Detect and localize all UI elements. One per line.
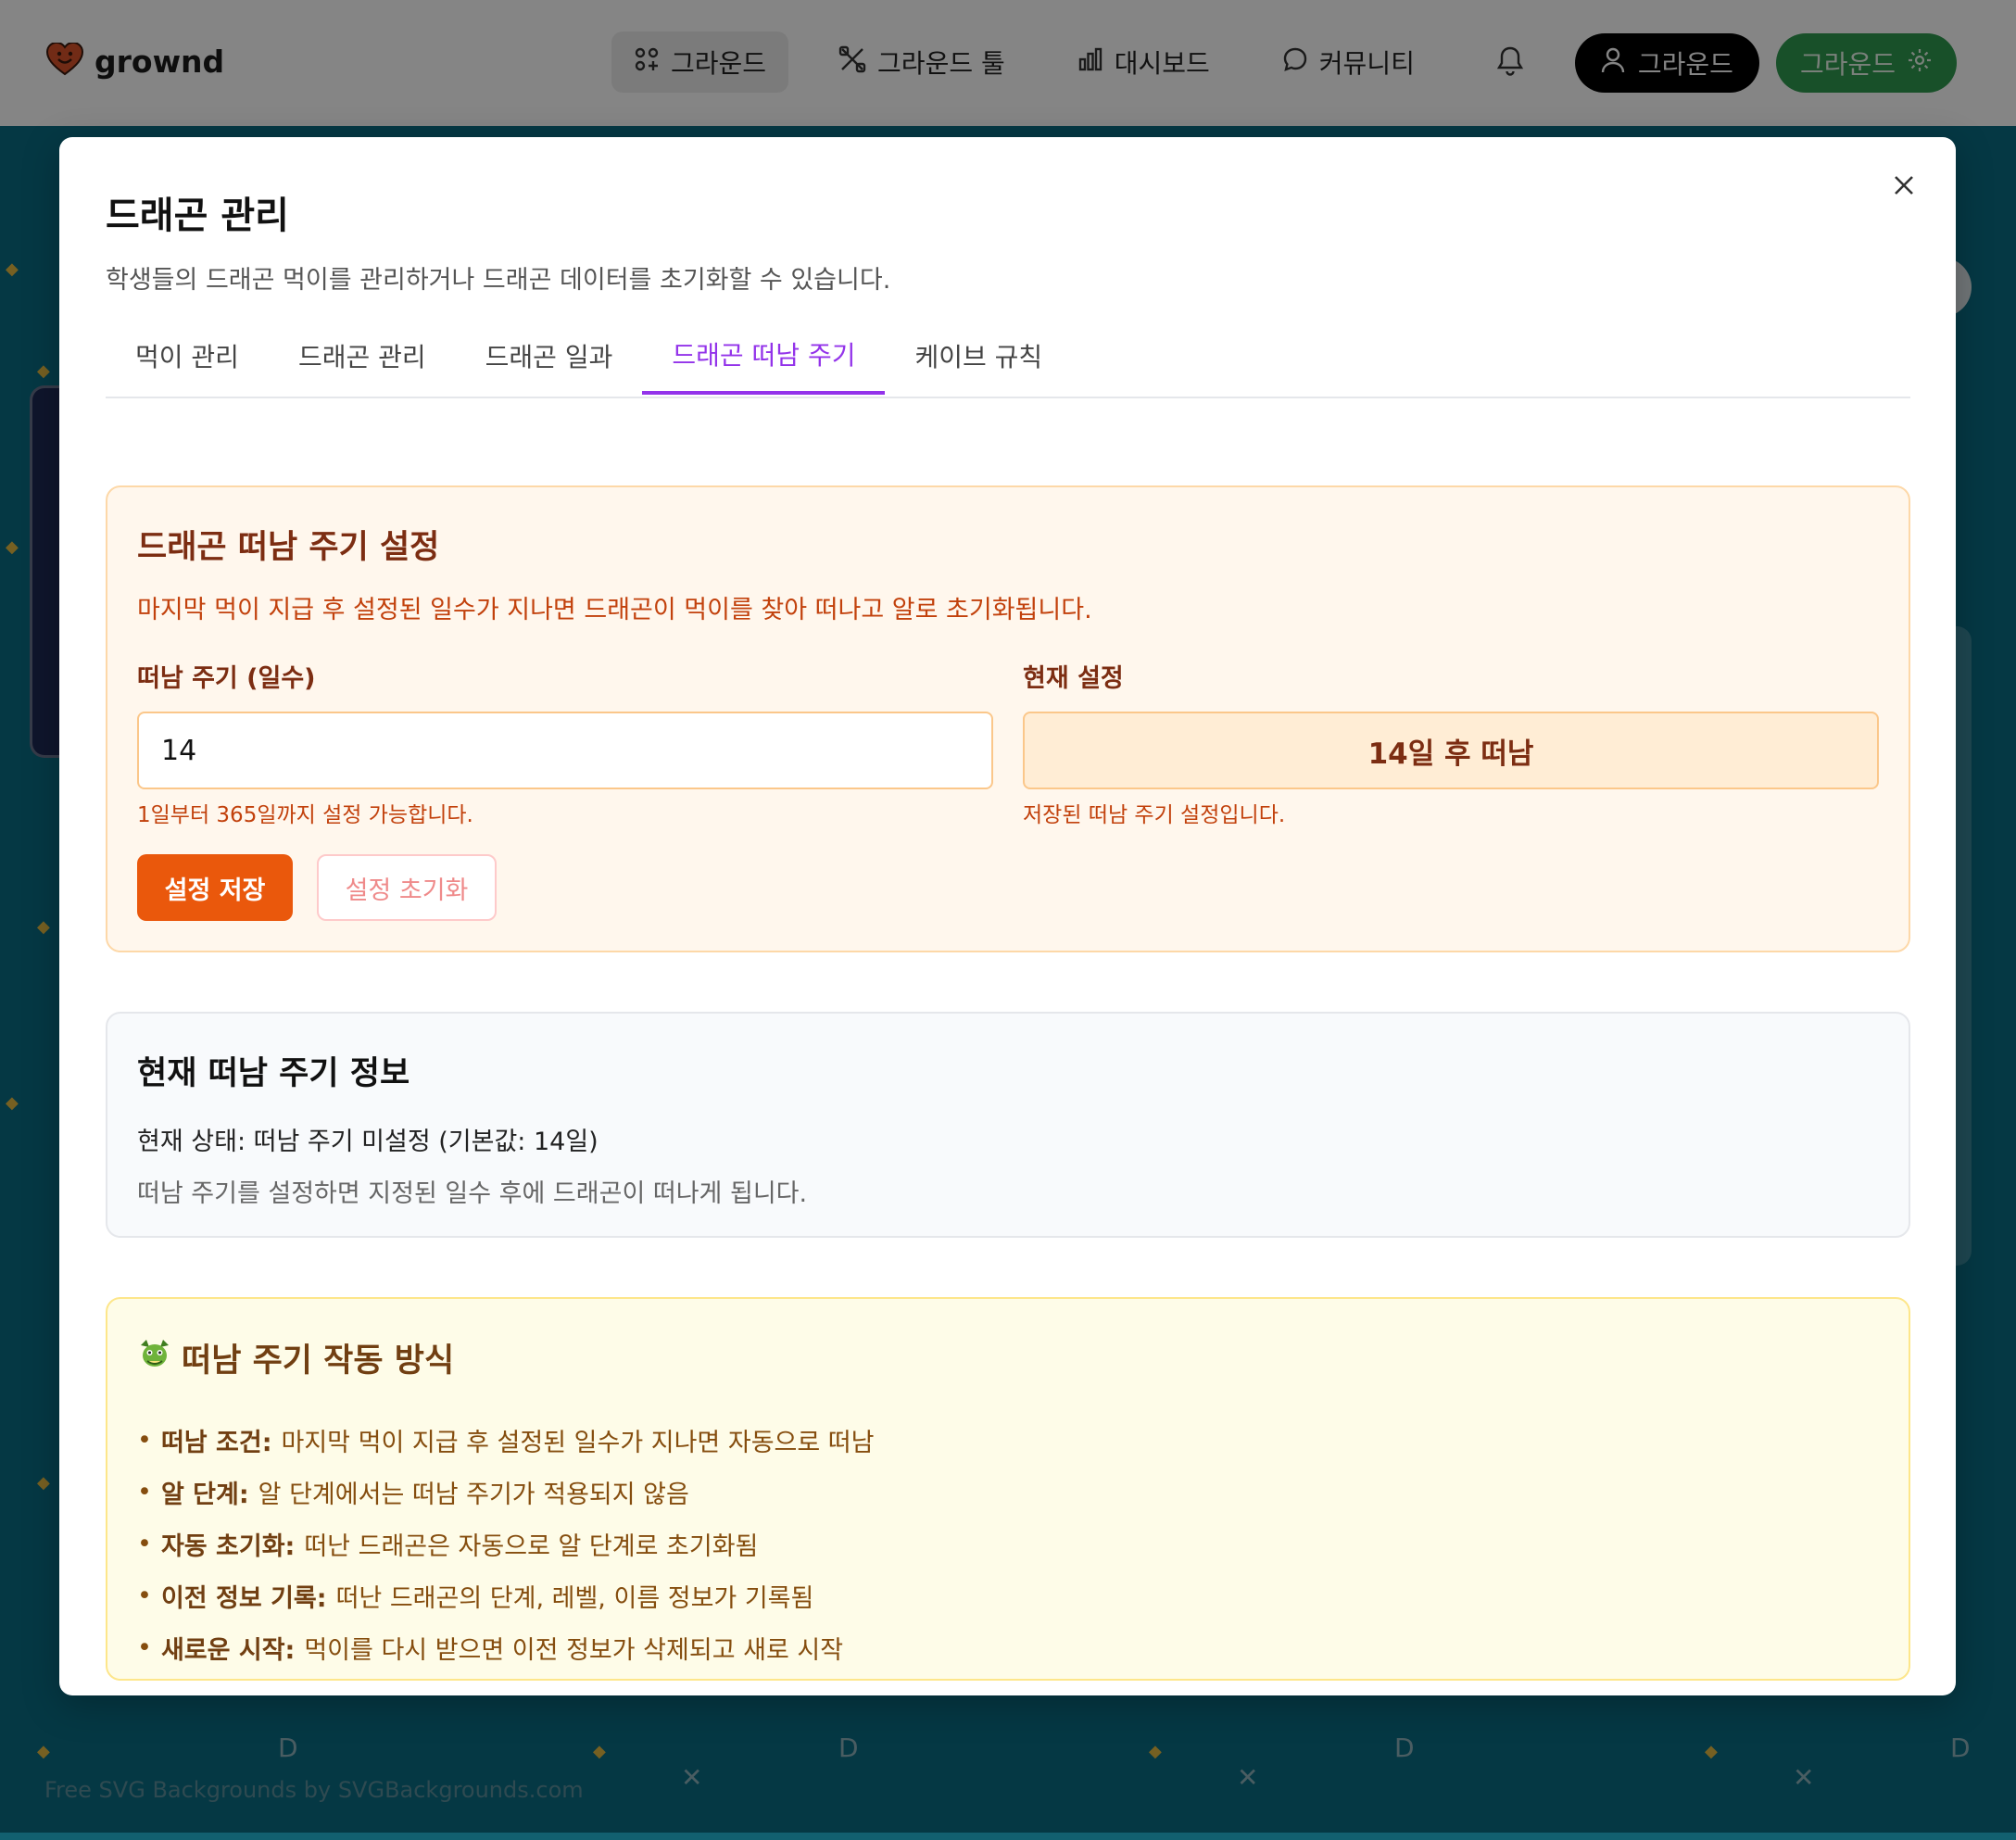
close-button[interactable] xyxy=(1885,169,1922,206)
settings-description: 마지막 먹이 지급 후 설정된 일수가 지나면 드래곤이 먹이를 찾아 떠나고 … xyxy=(137,596,1092,624)
rule-label: 떠남 조건: xyxy=(160,1428,272,1457)
rule-label: 알 단계: xyxy=(160,1480,249,1509)
bullet: • xyxy=(137,1581,152,1610)
how-title: 떠남 주기 작동 방식 xyxy=(182,1342,455,1380)
tab-feed-management[interactable]: 먹이 관리 xyxy=(106,317,269,395)
list-item: • 알 단계: 알 단계에서는 떠남 주기가 적용되지 않음 xyxy=(137,1466,874,1518)
how-it-works-panel: 떠남 주기 작동 방식 • 떠남 조건: 마지막 먹이 지급 후 설정된 일수가 지… xyxy=(106,1297,1910,1681)
list-item: • 떠남 조건: 마지막 먹이 지급 후 설정된 일수가 지나면 자동으로 떠남 xyxy=(137,1414,874,1466)
current-leave-cycle-info-panel: 현재 떠남 주기 정보 현재 상태: 떠남 주기 미설정 (기본값: 14일) … xyxy=(106,1012,1910,1238)
info-note: 떠남 주기를 설정하면 지정된 일수 후에 드래곤이 떠나게 됩니다. xyxy=(137,1179,808,1208)
dialog-description: 학생들의 드래곤 먹이를 관리하거나 드래곤 데이터를 초기화할 수 있습니다. xyxy=(106,266,891,295)
rule-label: 자동 초기화: xyxy=(160,1531,296,1561)
rule-text: 떠난 드래곤은 자동으로 알 단계로 초기화됨 xyxy=(304,1531,759,1561)
rule-text: 떠난 드래곤의 단계, 레벨, 이름 정보가 기록됨 xyxy=(335,1583,814,1613)
rule-label: 이전 정보 기록: xyxy=(160,1583,327,1613)
bullet: • xyxy=(137,1425,152,1455)
info-title: 현재 떠남 주기 정보 xyxy=(137,1055,410,1092)
leave-cycle-settings-panel: 드래곤 떠남 주기 설정 마지막 먹이 지급 후 설정된 일수가 지나면 드래곤… xyxy=(106,485,1910,952)
tab-dragon-management[interactable]: 드래곤 관리 xyxy=(269,317,456,395)
close-icon xyxy=(1893,174,1915,200)
list-item: • 이전 정보 기록: 떠난 드래곤의 단계, 레벨, 이름 정보가 기록됨 xyxy=(137,1569,874,1621)
tab-bar: 먹이 관리 드래곤 관리 드래곤 일과 드래곤 떠남 주기 케이브 규칙 xyxy=(106,317,1910,398)
tab-dragon-routine[interactable]: 드래곤 일과 xyxy=(456,317,643,395)
info-status: 현재 상태: 떠남 주기 미설정 (기본값: 14일) xyxy=(137,1128,598,1156)
leave-cycle-label: 떠남 주기 (일수) xyxy=(137,664,316,693)
bullet: • xyxy=(137,1632,152,1662)
current-setting-label: 현재 설정 xyxy=(1023,664,1124,693)
list-item: • 자동 초기화: 떠난 드래곤은 자동으로 알 단계로 초기화됨 xyxy=(137,1518,874,1569)
rule-text: 알 단계에서는 떠남 주기가 적용되지 않음 xyxy=(258,1480,689,1509)
current-setting-hint: 저장된 떠남 주기 설정입니다. xyxy=(1023,803,1286,827)
rules-list: • 떠남 조건: 마지막 먹이 지급 후 설정된 일수가 지나면 자동으로 떠남 •… xyxy=(137,1414,874,1673)
rule-text: 마지막 먹이 지급 후 설정된 일수가 지나면 자동으로 떠남 xyxy=(281,1428,875,1457)
tab-dragon-leave-cycle[interactable]: 드래곤 떠남 주기 xyxy=(642,317,886,395)
dialog-title: 드래곤 관리 xyxy=(106,195,289,237)
dragon-icon xyxy=(137,1336,172,1380)
bullet: • xyxy=(137,1477,152,1506)
bullet: • xyxy=(137,1529,152,1558)
rule-text: 먹이를 다시 받으면 이전 정보가 삭제되고 새로 시작 xyxy=(304,1635,844,1665)
dragon-management-dialog: 드래곤 관리 학생들의 드래곤 먹이를 관리하거나 드래곤 데이터를 초기화할 … xyxy=(59,137,1956,1695)
settings-title: 드래곤 떠남 주기 설정 xyxy=(137,529,440,566)
leave-cycle-input[interactable] xyxy=(137,712,993,789)
rule-label: 새로운 시작: xyxy=(160,1635,296,1665)
current-setting-value: 14일 후 떠남 xyxy=(1023,712,1879,789)
save-settings-button[interactable]: 설정 저장 xyxy=(137,854,293,921)
leave-cycle-hint: 1일부터 365일까지 설정 가능합니다. xyxy=(137,803,473,827)
how-title-row: 떠남 주기 작동 방식 xyxy=(137,1334,454,1381)
tab-cave-rules[interactable]: 케이브 규칙 xyxy=(885,317,1072,395)
reset-settings-button[interactable]: 설정 초기화 xyxy=(317,854,497,921)
list-item: • 새로운 시작: 먹이를 다시 받으면 이전 정보가 삭제되고 새로 시작 xyxy=(137,1621,874,1673)
